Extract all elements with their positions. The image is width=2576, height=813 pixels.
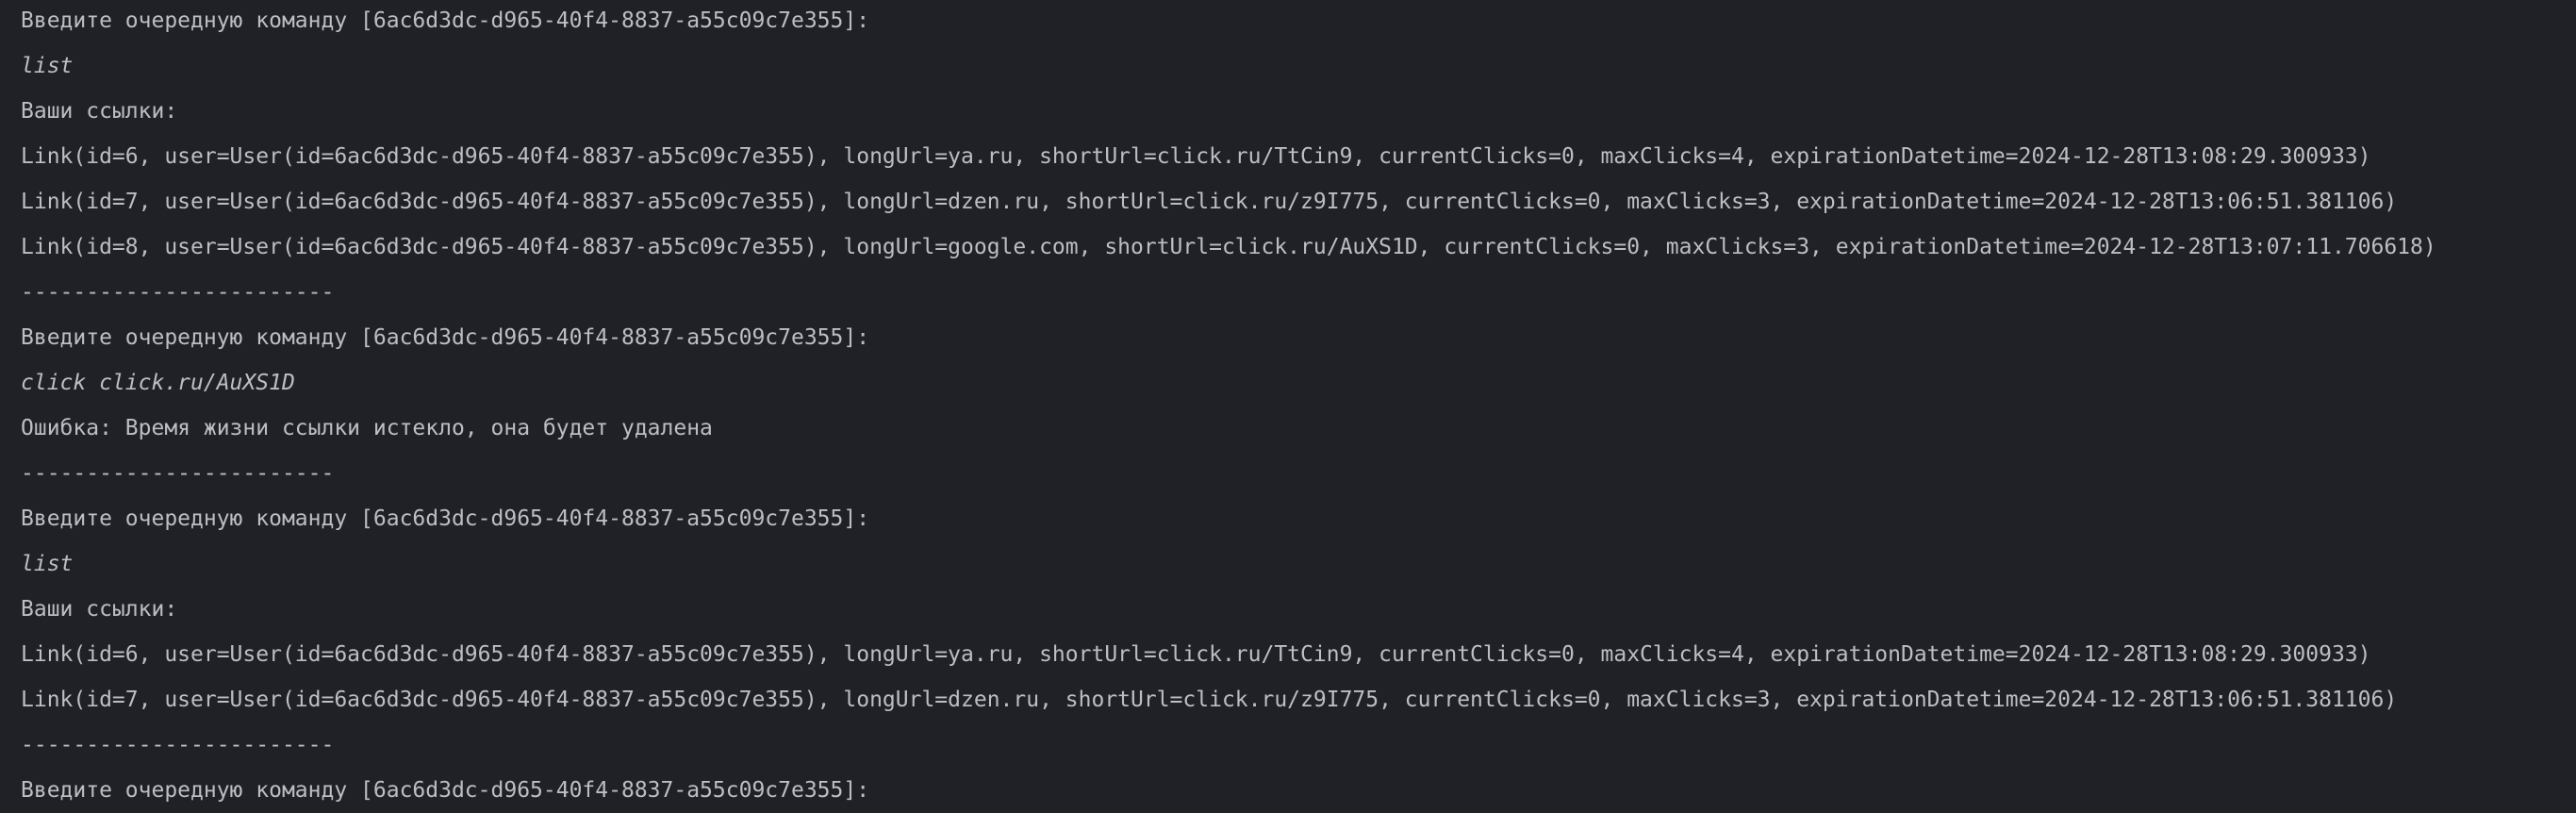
separator-line: ------------------------ <box>21 733 335 757</box>
link-output-line: Link(id=6, user=User(id=6ac6d3dc-d965-40… <box>21 642 2371 667</box>
user-input-line: list <box>21 54 74 78</box>
output-line: Ваши ссылки: <box>21 597 178 622</box>
console-output[interactable]: Введите очередную команду [6ac6d3dc-d965… <box>0 0 2576 813</box>
link-output-line: Link(id=8, user=User(id=6ac6d3dc-d965-40… <box>21 235 2436 259</box>
link-output-line: Link(id=6, user=User(id=6ac6d3dc-d965-40… <box>21 144 2371 169</box>
user-input-line: list <box>21 552 74 576</box>
link-output-line: Link(id=7, user=User(id=6ac6d3dc-d965-40… <box>21 688 2398 712</box>
command-prompt-line: Введите очередную команду [6ac6d3dc-d965… <box>21 506 870 531</box>
separator-line: ------------------------ <box>21 280 335 305</box>
command-prompt-line: Введите очередную команду [6ac6d3dc-d965… <box>21 325 870 350</box>
command-prompt-line: Введите очередную команду [6ac6d3dc-d965… <box>21 778 870 803</box>
link-output-line: Link(id=7, user=User(id=6ac6d3dc-d965-40… <box>21 190 2398 214</box>
error-output-line: Ошибка: Время жизни ссылки истекло, она … <box>21 416 713 440</box>
separator-line: ------------------------ <box>21 461 335 486</box>
user-input-line: click click.ru/AuXS1D <box>21 371 295 395</box>
command-prompt-line: Введите очередную команду [6ac6d3dc-d965… <box>21 8 870 33</box>
output-line: Ваши ссылки: <box>21 99 178 124</box>
